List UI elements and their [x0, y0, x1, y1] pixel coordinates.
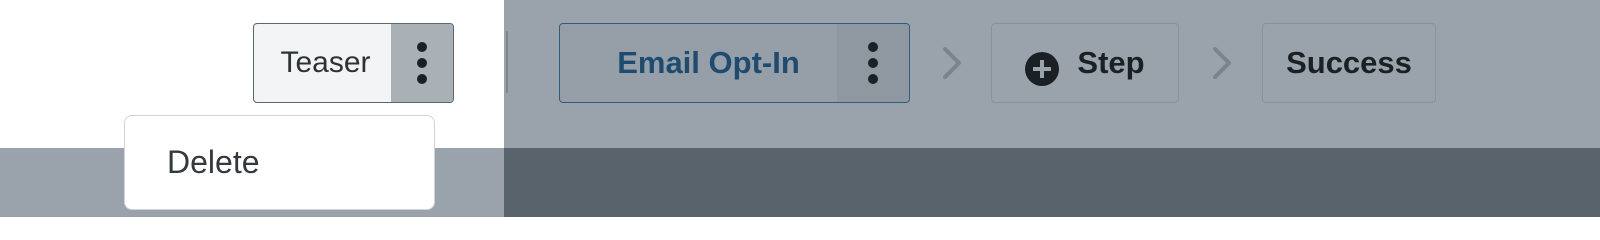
step-email-menu-button[interactable]	[837, 24, 909, 102]
modal-overlay	[504, 148, 1600, 217]
step-success[interactable]: Success	[1262, 23, 1436, 103]
add-step-button[interactable]: Step	[991, 23, 1179, 103]
add-circle-icon	[1025, 52, 1060, 86]
more-vertical-icon	[868, 42, 878, 84]
step-email-label: Email Opt-In	[617, 45, 800, 80]
step-success-label: Success	[1286, 45, 1412, 80]
step-teaser[interactable]: Teaser	[253, 23, 454, 103]
divider	[506, 31, 508, 93]
add-step-label: Step	[1077, 45, 1145, 80]
step-context-menu: Delete	[124, 115, 435, 210]
more-vertical-icon	[417, 42, 427, 84]
step-teaser-label: Teaser	[280, 46, 371, 79]
step-teaser-menu-button[interactable]	[391, 24, 453, 102]
chevron-right-icon	[943, 47, 961, 79]
funnel-step-bar: Teaser Email Opt-In Step Success Delete	[0, 0, 1600, 217]
chevron-right-icon	[1213, 47, 1231, 79]
menu-item-delete[interactable]: Delete	[125, 144, 260, 181]
step-email-opt-in[interactable]: Email Opt-In	[559, 23, 910, 103]
